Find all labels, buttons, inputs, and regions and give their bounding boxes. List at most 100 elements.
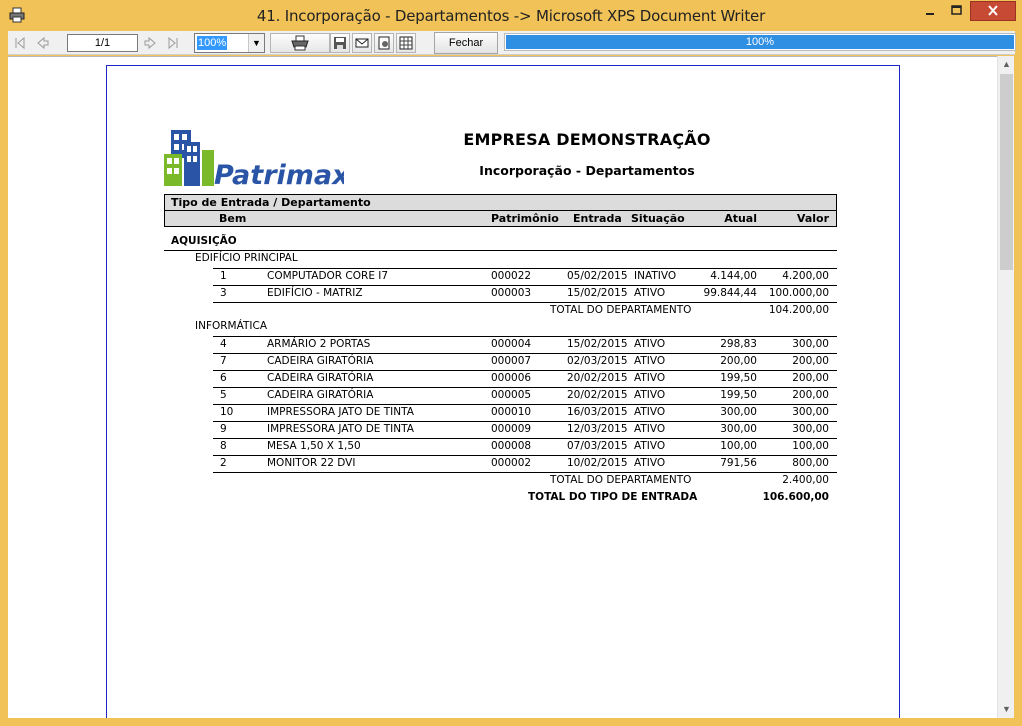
row-descricao: IMPRESSORA JATO DE TINTA [267,423,414,435]
row-bem: 6 [220,372,227,384]
header-col-bem: Bem [219,212,247,225]
company-name: EMPRESA DEMONSTRAÇÃO [463,130,711,149]
row-situacao: ATIVO [634,372,666,384]
row-valor: 100.000,00 [768,287,829,299]
report-title: Incorporação - Departamentos [479,163,695,178]
row-patrimonio: 000022 [491,270,532,282]
row-atual: 199,50 [720,372,757,384]
preview-toolbar: 1/1 100% ▼ Fechar 100% [8,31,1016,55]
table-row-divider [213,387,837,388]
minimize-icon [926,13,934,15]
previous-page-icon [37,36,49,50]
close-window-button[interactable] [970,1,1016,21]
row-descricao: ARMÁRIO 2 PORTAS [267,338,371,350]
header-col-patrimonio: Patrimônio [491,212,559,225]
header-group-row: Tipo de Entrada / Departamento [165,195,836,211]
export-button[interactable] [396,33,416,53]
header-col-entrada: Entrada [573,212,622,225]
close-icon [988,5,998,16]
row-entrada: 15/02/2015 [567,287,628,299]
table-row-divider [213,353,837,354]
department-total-label: TOTAL DO DEPARTAMENTO [550,304,692,316]
save-button[interactable] [330,33,350,53]
minimize-button[interactable] [917,1,943,21]
row-bem: 3 [220,287,227,299]
chevron-down-icon[interactable]: ▼ [248,34,264,52]
first-page-button[interactable] [10,33,30,53]
first-page-icon [15,36,25,50]
save-icon [334,37,346,49]
row-descricao: CADEIRA GIRATÓRIA [267,355,374,367]
page-setup-button[interactable] [374,33,394,53]
row-bem: 9 [220,423,227,435]
previous-page-button[interactable] [33,33,53,53]
page-number-field[interactable]: 1/1 [67,34,138,52]
row-patrimonio: 000004 [491,338,532,350]
row-valor: 200,00 [792,372,829,384]
row-entrada: 12/03/2015 [567,423,628,435]
row-entrada: 20/02/2015 [567,372,628,384]
department-divider [213,268,837,269]
row-atual: 4.144,00 [710,270,757,282]
report-column-header: Tipo de Entrada / Departamento Bem Patri… [164,194,837,227]
row-patrimonio: 000003 [491,287,532,299]
print-button[interactable] [270,33,330,53]
row-valor: 200,00 [792,389,829,401]
progress-text: 100% [745,36,775,48]
fechar-button[interactable]: Fechar [434,32,498,54]
row-bem: 8 [220,440,227,452]
row-atual: 100,00 [720,440,757,452]
next-page-icon [144,36,156,50]
department-total-value: 2.400,00 [782,474,829,486]
row-patrimonio: 000009 [491,423,532,435]
row-entrada: 16/03/2015 [567,406,628,418]
header-col-atual: Atual [724,212,757,225]
next-page-button[interactable] [140,33,160,53]
row-bem: 1 [220,270,227,282]
row-descricao: MONITOR 22 DVI [267,457,356,469]
zoom-select[interactable]: 100% ▼ [194,33,265,53]
scrollbar-thumb[interactable] [1000,74,1013,270]
row-bem: 2 [220,457,227,469]
header-col-situacao: Situação [631,212,685,225]
row-entrada: 10/02/2015 [567,457,628,469]
row-descricao: IMPRESSORA JATO DE TINTA [267,406,414,418]
scroll-up-icon[interactable]: ▲ [998,56,1015,73]
row-valor: 300,00 [792,406,829,418]
department-divider [213,336,837,337]
row-descricao: CADEIRA GIRATÓRIA [267,372,374,384]
entry-type-label: AQUISIÇÃO [171,235,237,247]
row-atual: 791,56 [720,457,757,469]
email-button[interactable] [352,33,372,53]
department-name: INFORMÁTICA [195,320,268,332]
row-situacao: ATIVO [634,355,666,367]
export-icon [399,36,413,50]
row-entrada: 07/03/2015 [567,440,628,452]
patrimax-logo: Patrimax [164,130,344,190]
report-viewport[interactable]: Patrimax EMPRESA DEMONSTRAÇÃO Incorporaç… [8,56,997,718]
row-entrada: 05/02/2015 [567,270,628,282]
row-patrimonio: 000007 [491,355,532,367]
row-patrimonio: 000005 [491,389,532,401]
vertical-scrollbar[interactable]: ▲ ▼ [997,56,1014,718]
header-group-label: Tipo de Entrada / Departamento [171,196,371,209]
row-valor: 4.200,00 [782,270,829,282]
table-row-divider [213,404,837,405]
table-row-divider [213,438,837,439]
table-row-divider [213,455,837,456]
last-page-button[interactable] [163,33,183,53]
row-valor: 300,00 [792,423,829,435]
row-situacao: ATIVO [634,457,666,469]
row-atual: 298,83 [720,338,757,350]
row-atual: 99.844,44 [703,287,757,299]
row-situacao: ATIVO [634,287,666,299]
row-atual: 199,50 [720,389,757,401]
row-descricao: COMPUTADOR CORE I7 [267,270,389,282]
maximize-button[interactable] [943,1,969,21]
row-bem: 7 [220,355,227,367]
department-total-label: TOTAL DO DEPARTAMENTO [550,474,692,486]
scroll-down-icon[interactable]: ▼ [998,701,1015,718]
row-situacao: ATIVO [634,406,666,418]
row-situacao: ATIVO [634,423,666,435]
row-situacao: ATIVO [634,440,666,452]
